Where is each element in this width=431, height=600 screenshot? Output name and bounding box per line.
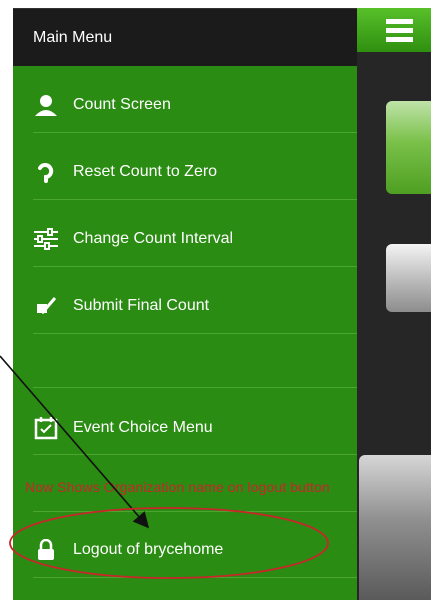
secondary-button[interactable] [386,244,431,312]
menu-divider [33,333,357,334]
menu-item-reset-count[interactable]: Reset Count to Zero [13,139,357,205]
hamburger-icon [385,18,413,42]
menu-item-change-interval[interactable]: Change Count Interval [13,206,357,272]
menu-item-label: Logout of brycehome [73,541,224,558]
menu-item-event-choice[interactable]: Event Choice Menu [13,395,357,461]
menu-item-label: Event Choice Menu [73,419,213,436]
menu-divider [33,454,357,455]
menu-divider [33,266,357,267]
menu-divider [33,132,357,133]
menu-toggle-button[interactable] [357,8,431,52]
user-icon [33,92,59,118]
menu-item-label: Count Screen [73,96,171,113]
menu-divider [33,387,357,388]
checkbox-icon [33,293,59,319]
menu-item-submit-count[interactable]: Submit Final Count [13,273,357,339]
menu-header-title: Main Menu [33,28,113,46]
menu-item-logout[interactable]: Logout of brycehome [13,517,357,583]
menu-divider [33,199,357,200]
calendar-icon [33,415,59,441]
main-menu-panel: Main Menu Count Screen Reset Count to Ze… [13,8,357,600]
bottom-button[interactable] [359,455,431,600]
menu-divider [33,511,357,512]
lock-icon [33,537,59,563]
count-button[interactable] [386,101,431,194]
menu-item-label: Submit Final Count [73,297,210,314]
menu-divider [33,577,357,578]
sliders-icon [33,226,59,252]
menu-header: Main Menu [13,8,357,66]
menu-item-label: Change Count Interval [73,230,234,247]
annotation-note: Now Shows Organization name on logout bu… [25,479,330,495]
menu-item-count-screen[interactable]: Count Screen [13,72,357,138]
reset-icon [33,159,59,185]
menu-item-label: Reset Count to Zero [73,163,218,180]
